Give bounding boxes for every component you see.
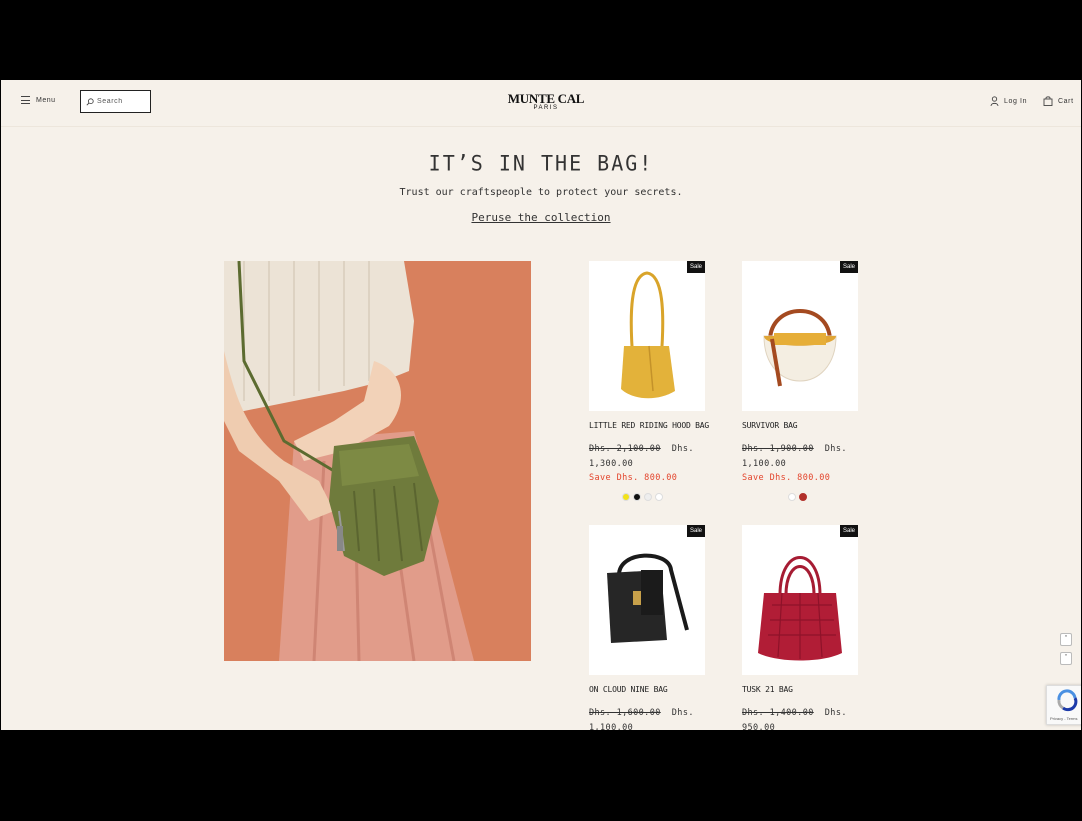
yellow-bucket-bag-image (621, 271, 675, 399)
original-price: Dhs. 1,900.00 (742, 444, 814, 454)
chevron-down-icon: ˇ (1063, 654, 1069, 662)
search-icon (86, 97, 94, 105)
chevron-up-icon: ˆ (1063, 635, 1069, 643)
search-input[interactable] (97, 98, 149, 105)
peruse-collection-link[interactable]: Peruse the collection (471, 211, 610, 224)
cart-label: Cart (1058, 97, 1074, 105)
product-price: Dhs. 1,400.00 Dhs. 950.00 (742, 706, 872, 730)
black-crossbody-bag-image (607, 553, 689, 643)
swatch-red[interactable] (799, 493, 807, 501)
original-price: Dhs. 1,600.00 (589, 708, 661, 718)
swatch-yellow[interactable] (622, 493, 630, 501)
product-name[interactable]: TUSK 21 BAG (742, 685, 793, 694)
menu-button[interactable]: Menu (21, 96, 56, 104)
product-price: Dhs. 2,100.00 Dhs. 1,300.00 (589, 442, 719, 472)
sale-badge: Sale (686, 261, 705, 273)
scroll-down-button[interactable]: ˇ (1060, 652, 1072, 665)
product-image[interactable]: Sale (742, 261, 858, 411)
recaptcha-text: Privacy - Terms (1050, 716, 1078, 721)
product-price: Dhs. 1,900.00 Dhs. 1,100.00 (742, 442, 872, 472)
scroll-up-button[interactable]: ˆ (1060, 633, 1072, 646)
collection-link-wrap: Peruse the collection (1, 211, 1081, 224)
red-croc-handbag-image (758, 556, 842, 661)
product-name[interactable]: ON CLOUD NINE BAG (589, 685, 668, 694)
lifestyle-image[interactable] (224, 261, 531, 661)
hamburger-icon (21, 96, 30, 104)
search-box[interactable] (80, 90, 151, 113)
site-header: Menu MUNTE CAL PARIS Log In C (1, 80, 1081, 127)
savings-text: Save Dhs. 800.00 (589, 473, 678, 483)
product-image[interactable]: Sale (742, 525, 858, 675)
shopping-bag-icon (1043, 96, 1053, 106)
sale-badge: Sale (839, 525, 858, 537)
swatch-white[interactable] (655, 493, 663, 501)
recaptcha-badge[interactable]: Privacy - Terms (1046, 685, 1081, 725)
original-price: Dhs. 1,400.00 (742, 708, 814, 718)
product-price: Dhs. 1,600.00 Dhs. 1,100.00 (589, 706, 719, 730)
product-image[interactable]: Sale (589, 525, 705, 675)
logo-name: MUNTE CAL (507, 91, 585, 106)
color-swatches (622, 493, 663, 501)
original-price: Dhs. 2,100.00 (589, 444, 661, 454)
user-icon (990, 96, 999, 106)
recaptcha-icon (1057, 689, 1078, 712)
swatch-white[interactable] (788, 493, 796, 501)
color-swatches (788, 493, 807, 501)
login-label: Log In (1004, 97, 1028, 105)
swatch-black[interactable] (633, 493, 641, 501)
page: Menu MUNTE CAL PARIS Log In C (1, 80, 1081, 730)
swatch-light-grey[interactable] (644, 493, 652, 501)
sale-badge: Sale (839, 261, 858, 273)
site-logo[interactable]: MUNTE CAL PARIS (506, 92, 586, 111)
login-link[interactable]: Log In (990, 96, 1027, 106)
menu-label: Menu (36, 96, 56, 104)
hero-subtitle: Trust our craftspeople to protect your s… (399, 187, 683, 198)
survivor-saddle-bag-image (763, 309, 837, 387)
product-name[interactable]: SURVIVOR BAG (742, 421, 798, 430)
product-name[interactable]: LITTLE RED RIDING HOOD BAG (589, 421, 709, 430)
hero-title: IT’S IN THE BAG! (428, 150, 654, 176)
model-with-green-bag-illustration (224, 261, 531, 661)
cart-link[interactable]: Cart (1043, 96, 1074, 106)
product-image[interactable]: Sale (589, 261, 705, 411)
savings-text: Save Dhs. 800.00 (742, 473, 831, 483)
sale-badge: Sale (686, 525, 705, 537)
